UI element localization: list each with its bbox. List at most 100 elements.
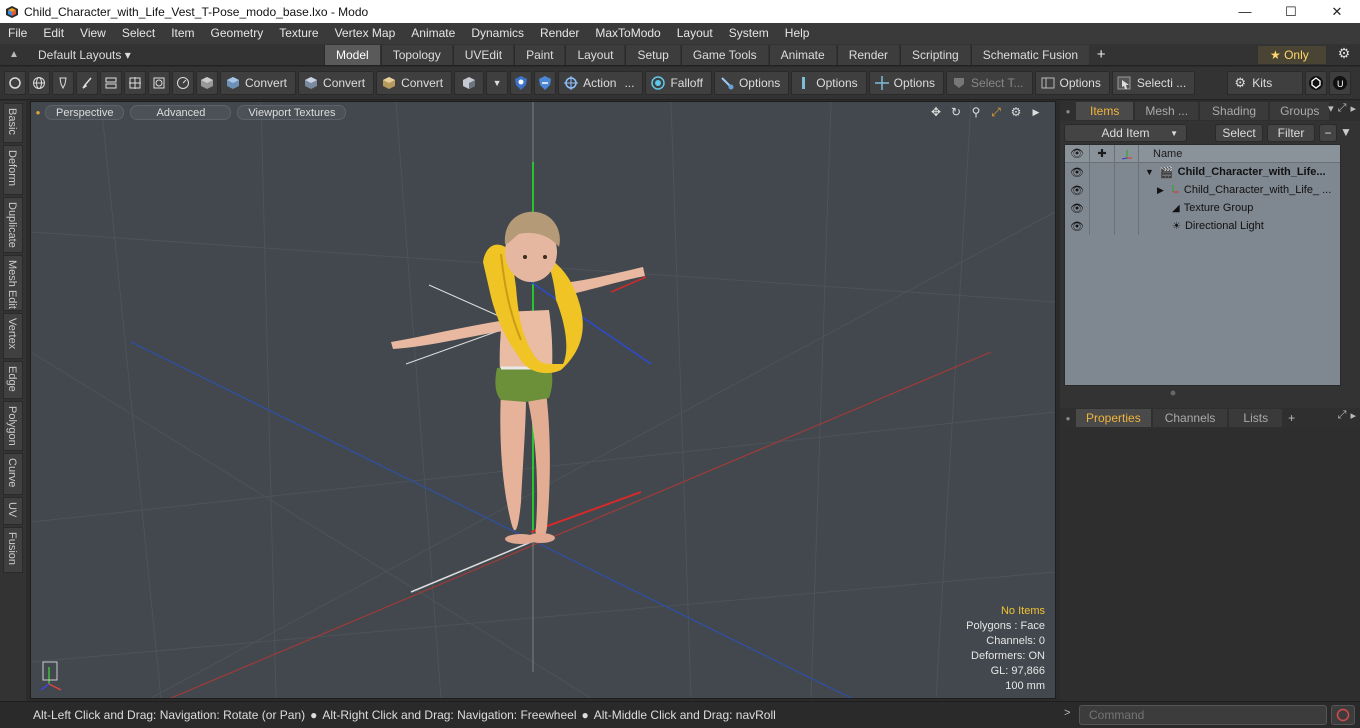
- panel-menu-dot-icon[interactable]: ●: [1060, 107, 1076, 116]
- dropdown-icon[interactable]: ▾: [1328, 102, 1334, 115]
- only-toggle[interactable]: ★ Only: [1258, 46, 1326, 64]
- snap-cube-button[interactable]: [454, 71, 485, 95]
- panel-arrow-icon[interactable]: ▸: [1350, 409, 1356, 422]
- perspective-button[interactable]: Perspective: [45, 104, 125, 120]
- menu-animate[interactable]: Animate: [403, 23, 463, 44]
- gear-icon[interactable]: ⚙: [1334, 45, 1354, 62]
- tab-mesh-edit[interactable]: Mesh Edit: [3, 255, 23, 311]
- brush-tool-button[interactable]: [76, 71, 98, 95]
- tab-groups[interactable]: Groups: [1270, 102, 1330, 120]
- close-button[interactable]: ✕: [1314, 0, 1360, 23]
- selection-sets-button[interactable]: Selecti ...: [1111, 71, 1196, 95]
- pen-tool-button[interactable]: [52, 71, 74, 95]
- tab-uvedit[interactable]: UVEdit: [452, 44, 514, 65]
- select-button[interactable]: Select: [1215, 124, 1263, 142]
- command-input[interactable]: [1079, 705, 1327, 725]
- item-list-scrollbar[interactable]: [1064, 387, 1341, 399]
- name-column-header[interactable]: Name: [1139, 148, 1182, 160]
- record-button[interactable]: [1331, 705, 1355, 725]
- menu-maxtomodo[interactable]: MaxToModo: [587, 23, 668, 44]
- expand-arrow-icon[interactable]: ▼: [1145, 167, 1154, 177]
- tab-fusion[interactable]: Fusion: [3, 527, 23, 573]
- tab-render[interactable]: Render: [836, 44, 900, 65]
- unity-button[interactable]: [1305, 71, 1328, 95]
- filter-button[interactable]: Filter: [1267, 124, 1315, 142]
- child-character-model[interactable]: [391, 211, 645, 544]
- visibility-eye-icon[interactable]: 👁: [1065, 217, 1090, 235]
- list-item[interactable]: 👁 ◢ Texture Group: [1065, 199, 1340, 217]
- move-view-icon[interactable]: ✥: [929, 105, 943, 119]
- viewport-menu-dot-icon[interactable]: ●: [31, 108, 45, 117]
- list-item[interactable]: 👁 ☀ Directional Light: [1065, 217, 1340, 235]
- tab-lists[interactable]: Lists: [1229, 409, 1283, 427]
- lock-column-icon[interactable]: ✚: [1090, 145, 1115, 162]
- visibility-eye-icon[interactable]: 👁: [1065, 163, 1090, 181]
- expand-arrow-icon[interactable]: ▶: [1157, 185, 1164, 196]
- falloff-button[interactable]: Falloff: [645, 71, 712, 95]
- fit-view-icon[interactable]: ⤢: [989, 105, 1003, 119]
- add-panel-tab-button[interactable]: +: [1288, 411, 1295, 425]
- action-center-button[interactable]: Action...: [558, 71, 644, 95]
- globe-mode-button[interactable]: [28, 71, 50, 95]
- tab-duplicate[interactable]: Duplicate: [3, 197, 23, 253]
- options-button-4[interactable]: Options: [1034, 71, 1110, 95]
- select-through-button[interactable]: Select T...: [946, 71, 1033, 95]
- tab-properties[interactable]: Properties: [1076, 409, 1151, 427]
- menu-select[interactable]: Select: [114, 23, 163, 44]
- snap-dropdown-button[interactable]: ▼: [486, 71, 509, 95]
- menu-item[interactable]: Item: [163, 23, 202, 44]
- options-button-3[interactable]: Options: [868, 71, 945, 95]
- maximize-button[interactable]: ☐: [1268, 0, 1314, 23]
- tab-deform[interactable]: Deform: [3, 145, 23, 195]
- expand-panel-icon[interactable]: ⤢: [1338, 409, 1347, 422]
- convert-button-3[interactable]: Convert: [376, 71, 453, 95]
- polygon-mode-button[interactable]: [124, 71, 146, 95]
- tab-vertex[interactable]: Vertex: [3, 313, 23, 359]
- menu-file[interactable]: File: [0, 23, 35, 44]
- tab-schematic-fusion[interactable]: Schematic Fusion: [970, 44, 1090, 65]
- tab-basic[interactable]: Basic: [3, 103, 23, 143]
- collapse-arrow-icon[interactable]: ▲: [0, 49, 28, 60]
- visibility-eye-icon[interactable]: 👁: [1065, 199, 1090, 217]
- axis-column-icon[interactable]: [1115, 145, 1139, 162]
- tab-items[interactable]: Items: [1076, 102, 1134, 120]
- list-item[interactable]: 👁 ▼ 🎬 Child_Character_with_Life...: [1065, 163, 1340, 181]
- visibility-column-eye-icon[interactable]: 👁: [1065, 145, 1090, 162]
- unreal-button[interactable]: U: [1329, 71, 1352, 95]
- tab-mesh[interactable]: Mesh ...: [1135, 102, 1199, 120]
- menu-geometry[interactable]: Geometry: [203, 23, 272, 44]
- panel-arrow-icon[interactable]: ▸: [1350, 102, 1356, 115]
- symmetry-button[interactable]: [510, 71, 533, 95]
- tab-animate[interactable]: Animate: [768, 44, 836, 65]
- viewport-more-icon[interactable]: ▶: [1029, 105, 1043, 119]
- add-tab-button[interactable]: +: [1090, 46, 1112, 63]
- vertex-mode-button[interactable]: [4, 71, 26, 95]
- tab-channels[interactable]: Channels: [1152, 409, 1228, 427]
- tab-curve[interactable]: Curve: [3, 453, 23, 495]
- menu-texture[interactable]: Texture: [271, 23, 326, 44]
- menu-help[interactable]: Help: [777, 23, 818, 44]
- panel-menu-dot-icon[interactable]: ●: [1060, 414, 1076, 423]
- tab-scripting[interactable]: Scripting: [900, 44, 970, 65]
- convert-button-1[interactable]: Convert: [220, 71, 297, 95]
- visibility-eye-icon[interactable]: 👁: [1065, 181, 1090, 199]
- tab-game-tools[interactable]: Game Tools: [680, 44, 768, 65]
- menu-system[interactable]: System: [721, 23, 777, 44]
- advanced-button[interactable]: Advanced: [130, 104, 232, 120]
- zoom-view-icon[interactable]: ⚲: [969, 105, 983, 119]
- viewport-textures-button[interactable]: Viewport Textures: [237, 104, 347, 120]
- minimize-button[interactable]: —: [1222, 0, 1268, 23]
- material-mode-button[interactable]: [172, 71, 194, 95]
- menu-vertex-map[interactable]: Vertex Map: [327, 23, 404, 44]
- tab-model[interactable]: Model: [324, 44, 380, 65]
- rotate-view-icon[interactable]: ↻: [949, 105, 963, 119]
- kits-button[interactable]: ⚙ Kits: [1227, 71, 1304, 95]
- tab-setup[interactable]: Setup: [625, 44, 680, 65]
- funnel-icon[interactable]: ▼: [1340, 125, 1356, 139]
- menu-edit[interactable]: Edit: [35, 23, 72, 44]
- convert-button-2[interactable]: Convert: [298, 71, 375, 95]
- tab-uv[interactable]: UV: [3, 497, 23, 525]
- menu-view[interactable]: View: [72, 23, 114, 44]
- expand-panel-icon[interactable]: ⤢: [1338, 102, 1347, 115]
- viewport-gear-icon[interactable]: ⚙: [1009, 105, 1023, 119]
